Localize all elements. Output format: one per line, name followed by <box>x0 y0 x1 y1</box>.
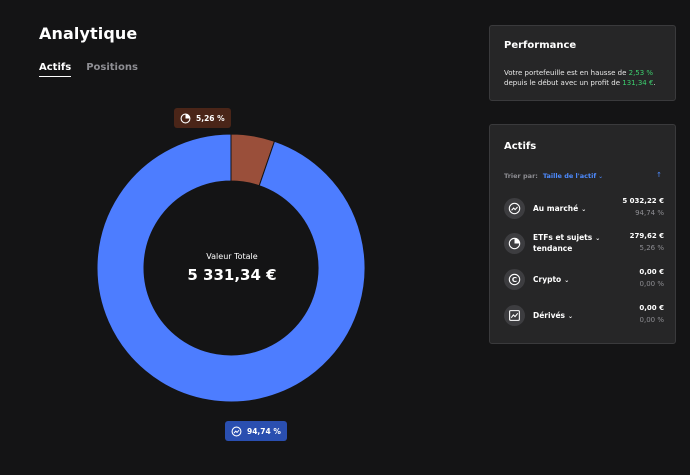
total-value-label: Valeur Totale <box>206 252 258 261</box>
asset-amount: 0,00 € <box>639 304 664 312</box>
asset-pct: 0,00 % <box>639 280 664 288</box>
sort-control: Trier par: Taille de l'actif ⌄ ↑ <box>504 171 664 180</box>
chevron-down-icon[interactable]: ⌄ <box>568 313 573 320</box>
asset-row-crypto[interactable]: C Crypto ⌄ 0,00 € 0,00 % <box>504 266 664 294</box>
performance-profit: 131,34 € <box>622 79 654 87</box>
derivatives-chart-icon <box>504 305 525 326</box>
asset-name: Crypto ⌄ <box>533 275 569 286</box>
sort-label: Trier par: <box>504 172 538 180</box>
asset-name-text: Au marché <box>533 204 579 213</box>
performance-card: Performance Votre portefeuille est en ha… <box>489 25 676 101</box>
total-value: 5 331,34 € <box>187 266 277 284</box>
asset-name: ETFs et sujets ⌄ tendance <box>533 233 600 254</box>
pie-chart-icon <box>504 233 525 254</box>
arrow-up-icon[interactable]: ↑ <box>656 171 662 179</box>
asset-name-text: Crypto <box>533 275 562 284</box>
asset-name-line2: tendance <box>533 244 573 253</box>
performance-pct: 2,53 % <box>628 69 654 77</box>
asset-amount: 5 032,22 € <box>622 197 664 205</box>
asset-amount: 0,00 € <box>639 268 664 276</box>
asset-amount: 279,62 € <box>629 232 664 240</box>
slice-label-market-text: 94,74 % <box>247 426 281 436</box>
chevron-down-icon[interactable]: ⌄ <box>581 206 586 213</box>
slice-label-etfs-text: 5,26 % <box>196 113 225 123</box>
asset-row-derivatives[interactable]: Dérivés ⌄ 0,00 € 0,00 % <box>504 302 664 330</box>
asset-row-market[interactable]: Au marché ⌄ 5 032,22 € 94,74 % <box>504 195 664 223</box>
performance-text-end: . <box>653 79 656 87</box>
asset-name: Dérivés ⌄ <box>533 311 573 322</box>
slice-label-etfs: 5,26 % <box>174 108 231 128</box>
assets-card: Actifs Trier par: Taille de l'actif ⌄ ↑ … <box>489 124 676 344</box>
asset-row-etfs[interactable]: ETFs et sujets ⌄ tendance 279,62 € 5,26 % <box>504 230 664 258</box>
trend-icon <box>231 426 242 437</box>
performance-title: Performance <box>504 40 577 51</box>
svg-text:C: C <box>512 275 517 284</box>
crypto-icon: C <box>504 269 525 290</box>
pie-chart-icon <box>180 113 191 124</box>
sort-dropdown[interactable]: Taille de l'actif <box>543 172 596 180</box>
asset-name-line1: ETFs et sujets <box>533 233 593 242</box>
asset-pct: 5,26 % <box>639 244 664 252</box>
chevron-down-icon[interactable]: ⌄ <box>598 173 603 180</box>
asset-pct: 0,00 % <box>639 316 664 324</box>
chevron-down-icon[interactable]: ⌄ <box>595 235 600 242</box>
chevron-down-icon[interactable]: ⌄ <box>564 277 569 284</box>
performance-text-middle: depuis le début avec un profit de <box>504 79 623 87</box>
trend-icon <box>504 198 525 219</box>
asset-pct: 94,74 % <box>635 209 664 217</box>
assets-title: Actifs <box>504 141 537 152</box>
slice-label-market: 94,74 % <box>225 421 287 441</box>
performance-text: Votre portefeuille est en hausse de 2,53… <box>504 68 669 88</box>
asset-name-text: Dérivés <box>533 311 566 320</box>
allocation-chart: Valeur Totale 5 331,34 € 5,26 % 94,74 % <box>0 0 470 475</box>
performance-text-before: Votre portefeuille est en hausse de <box>504 69 629 77</box>
asset-name: Au marché ⌄ <box>533 204 586 215</box>
